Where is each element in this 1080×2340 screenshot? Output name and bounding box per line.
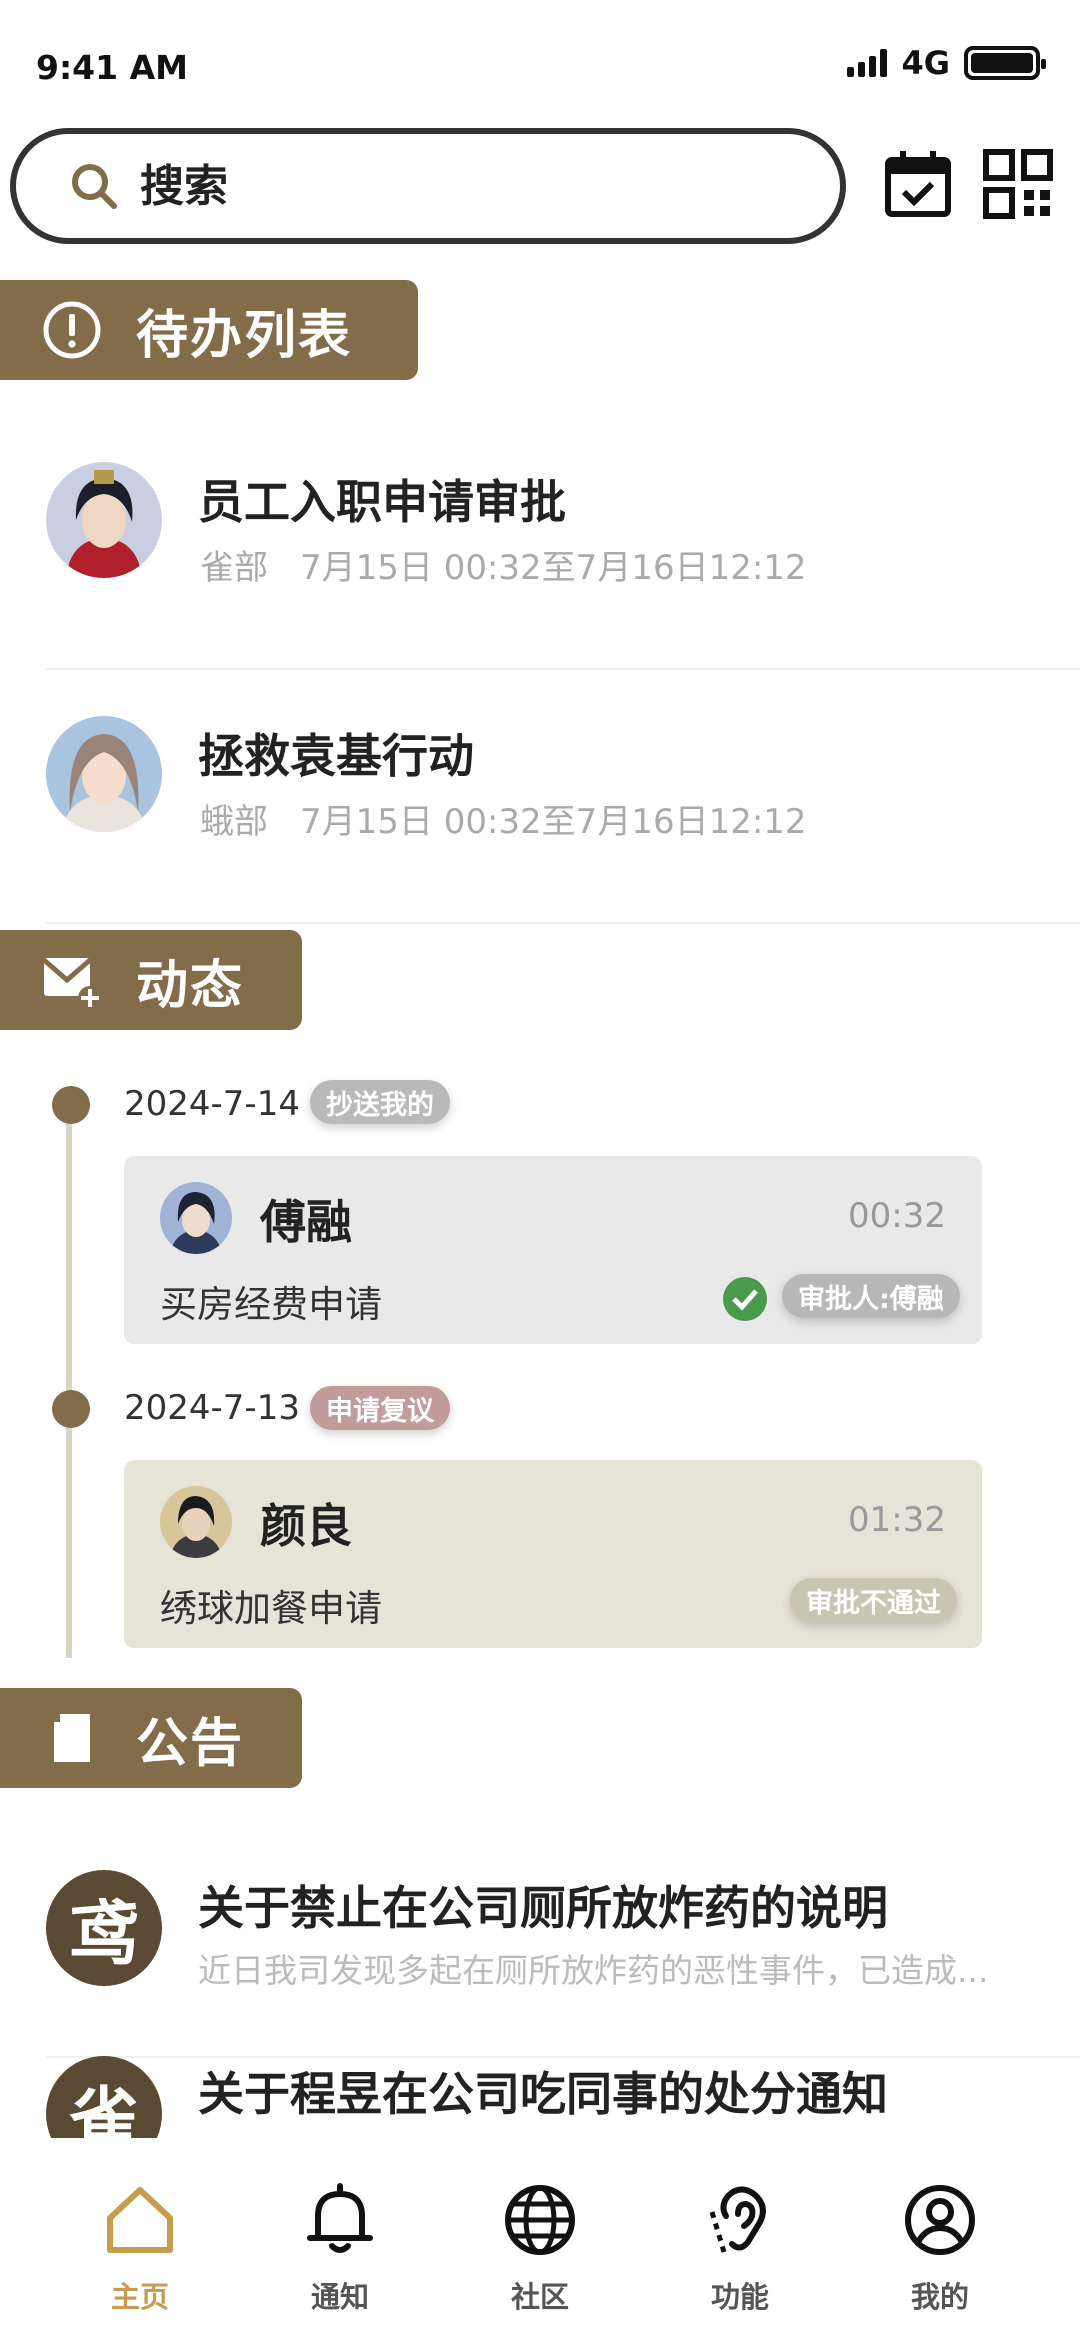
calendar-check-icon[interactable] <box>882 148 954 220</box>
user-icon <box>905 2185 975 2255</box>
section-header-activity: 动态 <box>0 930 302 1030</box>
avatar <box>46 462 162 578</box>
timeline-line <box>66 1102 72 1658</box>
todo-dept: 蛾部 <box>200 802 268 842</box>
activity-card[interactable]: 颜良 01:32 绣球加餐申请 审批不通过 <box>124 1460 982 1648</box>
cc-tag: 抄送我的 <box>310 1080 450 1124</box>
timeline-date: 2024-7-13 <box>124 1388 300 1428</box>
battery-icon <box>964 46 1046 80</box>
search-bar[interactable] <box>10 128 846 244</box>
card-time: 00:32 <box>848 1196 946 1236</box>
tab-label: 我的 <box>910 2280 969 2314</box>
review-tag: 申请复议 <box>310 1386 450 1430</box>
timeline-dot <box>52 1390 90 1428</box>
approved-check-icon <box>723 1277 767 1321</box>
search-icon <box>72 164 117 209</box>
avatar <box>160 1486 232 1558</box>
status-badge: 审批人:傅融 <box>782 1274 960 1318</box>
status-badge: 审批不通过 <box>790 1578 957 1622</box>
hearing-icon <box>709 2186 766 2253</box>
tab-label: 主页 <box>110 2280 169 2314</box>
avatar <box>46 716 162 832</box>
tab-community[interactable]: 社区 <box>450 2138 630 2328</box>
mail-add-icon <box>42 958 102 1010</box>
tab-home[interactable]: 主页 <box>50 2138 230 2328</box>
todo-title: 员工入职申请审批 <box>198 475 566 529</box>
todo-dept: 雀部 <box>200 548 268 588</box>
todo-time: 7月15日 00:32至7月16日12:12 <box>300 548 807 588</box>
notice-title: 关于禁止在公司厕所放炸药的说明 <box>198 1881 888 1935</box>
tab-notify[interactable]: 通知 <box>250 2138 430 2328</box>
header-actions <box>882 148 1054 220</box>
card-name: 颜良 <box>260 1499 352 1553</box>
status-time: 9:41 AM <box>36 48 188 87</box>
section-header-todo: 待办列表 <box>0 280 418 380</box>
avatar <box>160 1182 232 1254</box>
status-indicators: 4G <box>847 44 1046 82</box>
section-header-notice: 公告 <box>0 1688 302 1788</box>
activity-card[interactable]: 傅融 00:32 买房经费申请 审批人:傅融 <box>124 1156 982 1344</box>
todo-title: 拯救袁基行动 <box>198 729 474 783</box>
notice-excerpt: 近日我司发现多起在厕所放炸药的恶性事件，已造成... <box>198 1951 989 1990</box>
tab-functions[interactable]: 功能 <box>650 2138 830 2328</box>
todo-meta: 蛾部 7月15日 00:32至7月16日12:12 <box>200 794 807 843</box>
card-description: 买房经费申请 <box>160 1283 382 1326</box>
tab-label: 通知 <box>310 2280 369 2314</box>
todo-time: 7月15日 00:32至7月16日12:12 <box>300 802 807 842</box>
timeline-date: 2024-7-14 <box>124 1084 300 1124</box>
network-label: 4G <box>901 44 950 82</box>
todo-item[interactable]: 员工入职申请审批 雀部 7月15日 00:32至7月16日12:12 <box>46 416 1080 670</box>
document-icon <box>54 1714 90 1762</box>
qr-code-icon[interactable] <box>982 148 1054 220</box>
status-bar: 9:41 AM 4G <box>0 0 1080 130</box>
card-name: 傅融 <box>260 1195 352 1249</box>
seal-avatar: 雀 <box>46 2056 162 2138</box>
bell-icon <box>307 2183 373 2253</box>
seal-avatar: 鸢 <box>46 1870 162 1986</box>
alert-circle-icon <box>43 301 101 359</box>
notice-item[interactable]: 鸢 关于禁止在公司厕所放炸药的说明 近日我司发现多起在厕所放炸药的恶性事件，已造… <box>46 1870 1080 2058</box>
tab-label: 功能 <box>710 2280 769 2314</box>
globe-icon <box>505 2185 575 2255</box>
section-title: 待办列表 <box>136 305 353 366</box>
section-title: 公告 <box>136 1713 245 1774</box>
tab-mine[interactable]: 我的 <box>850 2138 1030 2328</box>
signal-icon <box>847 49 888 77</box>
notice-item[interactable]: 雀 关于程昱在公司吃同事的处分通知 <box>46 2056 1080 2138</box>
search-input[interactable] <box>140 160 740 212</box>
bottom-tab-bar: 主页 通知 社区 功能 我的 <box>0 2138 1080 2340</box>
todo-item[interactable]: 拯救袁基行动 蛾部 7月15日 00:32至7月16日12:12 <box>46 670 1080 924</box>
timeline-dot <box>52 1086 90 1124</box>
tab-label: 社区 <box>510 2280 569 2314</box>
card-description: 绣球加餐申请 <box>160 1587 382 1630</box>
notice-title: 关于程昱在公司吃同事的处分通知 <box>198 2067 888 2121</box>
section-title: 动态 <box>136 955 245 1016</box>
todo-meta: 雀部 7月15日 00:32至7月16日12:12 <box>200 540 807 589</box>
home-icon <box>107 2187 173 2253</box>
card-time: 01:32 <box>848 1500 946 1540</box>
